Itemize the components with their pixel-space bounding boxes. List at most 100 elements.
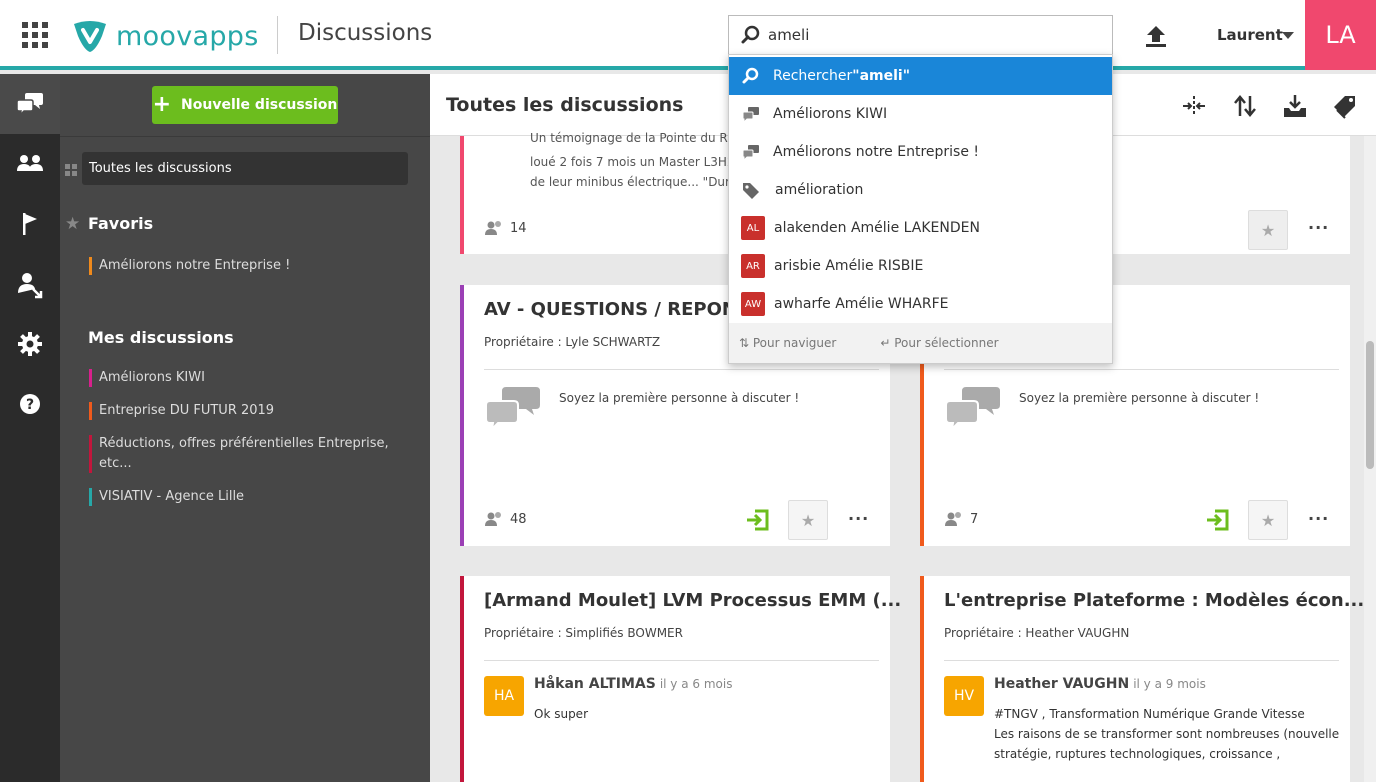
hint-navigate-label: Pour naviguer [752, 336, 837, 350]
avatar: AL [741, 216, 765, 240]
member-count-value: 14 [510, 220, 527, 236]
suggestion-label: Améliorons notre Entreprise ! [773, 144, 980, 160]
card-title[interactable]: L'entreprise Plateforme : Modèles écon..… [944, 590, 1364, 611]
suggestion-discussion[interactable]: Améliorons KIWI [729, 95, 1112, 133]
split-view-icon[interactable] [1180, 92, 1208, 120]
post-author[interactable]: Heather VAUGHN il y a 9 mois [994, 676, 1206, 692]
upload-icon[interactable] [1142, 22, 1170, 50]
main-scrollbar[interactable] [1364, 136, 1376, 782]
rail-user-activity[interactable] [0, 254, 60, 314]
rail-settings[interactable] [0, 314, 60, 374]
avatar[interactable]: HA [484, 676, 524, 716]
join-icon[interactable] [745, 509, 769, 531]
tags-icon[interactable] [1331, 92, 1359, 120]
card-owner: Propriétaire : Heather VAUGHN [944, 626, 1130, 640]
suggestion-discussion[interactable]: Améliorons notre Entreprise ! [729, 133, 1112, 171]
card-title[interactable]: [Armand Moulet] LVM Processus EMM (... [484, 590, 901, 611]
favorite-star-button[interactable]: ★ [788, 500, 828, 540]
post-time: il y a 6 mois [659, 677, 733, 691]
my-discussions-heading: Mes discussions [88, 328, 234, 347]
more-options-button[interactable]: ··· [1308, 218, 1329, 237]
discussion-card[interactable]: L'entreprise Plateforme : Modèles écon..… [920, 576, 1364, 782]
post-text-line: de leur minibus électrique... "Dura [530, 175, 738, 189]
suggestion-user[interactable]: AW awharfe Amélie WHARFE [729, 285, 1112, 323]
empty-message: Soyez la première personne à discuter ! [1019, 391, 1260, 405]
post-text-line: #TNGV , Transformation Numérique Grande … [994, 707, 1305, 721]
chat-bubbles-icon [485, 387, 540, 432]
member-count-value: 7 [970, 511, 979, 527]
moovapps-logo[interactable]: moovapps [70, 16, 259, 56]
grid-icon [65, 164, 77, 176]
color-bar [89, 488, 92, 506]
sidebar-discussion-item[interactable]: Améliorons KIWI [89, 368, 379, 388]
suggestion-user[interactable]: AR arisbie Amélie RISBIE [729, 247, 1112, 285]
rail-discussions[interactable] [0, 74, 60, 134]
search-suggestions-dropdown: Rechercher "ameli" Améliorons KIWI Améli… [728, 54, 1113, 364]
empty-message: Soyez la première personne à discuter ! [559, 391, 800, 405]
favorite-star-button[interactable]: ★ [1248, 500, 1288, 540]
suggestion-user[interactable]: AL alakenden Amélie LAKENDEN [729, 209, 1112, 247]
avatar[interactable]: HV [944, 676, 984, 716]
new-discussion-button[interactable]: + Nouvelle discussion [152, 86, 338, 124]
color-bar [89, 257, 92, 275]
suggestion-label: arisbie Amélie RISBIE [774, 258, 924, 274]
member-count: 14 [484, 220, 527, 236]
post-text-line: loué 2 fois 7 mois un Master L3H2 f [530, 155, 743, 169]
suggestion-label: alakenden Amélie LAKENDEN [774, 220, 980, 236]
page-title: Toutes les discussions [446, 94, 684, 116]
post-author[interactable]: Håkan ALTIMAS il y a 6 mois [534, 676, 732, 692]
post-text: Ok super [534, 707, 588, 721]
more-options-button[interactable]: ··· [848, 509, 869, 528]
discussion-card[interactable]: [Armand Moulet] LVM Processus EMM (... P… [460, 576, 901, 782]
search-all-option[interactable]: Rechercher "ameli" [729, 57, 1112, 95]
search-input[interactable] [768, 26, 1088, 44]
search-icon [742, 67, 759, 84]
member-count-value: 48 [510, 511, 527, 527]
app-title: Discussions [298, 20, 433, 46]
card-divider [484, 369, 879, 370]
discussions-icon [16, 93, 43, 118]
color-bar [89, 369, 92, 387]
scrollbar-thumb[interactable] [1366, 341, 1374, 469]
sidebar-discussion-item[interactable]: Réductions, offres préférentielles Entre… [89, 434, 389, 474]
search-box[interactable] [728, 15, 1113, 55]
favorite-star-button[interactable]: ★ [1248, 210, 1288, 250]
suggestion-tag[interactable]: amélioration [729, 171, 1112, 209]
sidebar-discussion-item[interactable]: Entreprise DU FUTUR 2019 [89, 401, 379, 421]
gear-icon [18, 332, 42, 356]
post-text-line: Les raisons de se transformer sont nombr… [994, 727, 1340, 741]
sidebar-item-all-discussions[interactable]: Toutes les discussions [82, 152, 408, 185]
sidebar-item-label: Réductions, offres préférentielles Entre… [99, 436, 389, 471]
download-icon[interactable] [1281, 92, 1309, 120]
brand-name: moovapps [116, 20, 259, 52]
sort-icon[interactable] [1231, 92, 1259, 120]
chevron-down-icon[interactable] [1282, 32, 1294, 39]
users-icon [17, 155, 43, 171]
card-owner: Propriétaire : Simplifiés BOWMER [484, 626, 683, 640]
sidebar: + Nouvelle discussion Toutes les discuss… [60, 74, 430, 782]
moovapps-logo-icon [74, 21, 106, 52]
member-count: 7 [944, 511, 978, 527]
rail-users[interactable] [0, 134, 60, 194]
post-author-name: Heather VAUGHN [994, 676, 1130, 692]
user-menu-name[interactable]: Laurent [1217, 26, 1283, 44]
more-options-button[interactable]: ··· [1308, 509, 1329, 528]
app-grid-icon[interactable] [22, 22, 48, 48]
user-avatar[interactable]: LA [1305, 0, 1376, 70]
hint-navigate: ⇅ Pour naviguer [739, 336, 837, 350]
suggestion-label: Améliorons KIWI [773, 106, 888, 122]
sidebar-favorite-item[interactable]: Améliorons notre Entreprise ! [89, 256, 379, 276]
member-count: 48 [484, 511, 527, 527]
sidebar-item-label: VISIATIV - Agence Lille [99, 489, 245, 504]
rail-help[interactable]: ? [0, 374, 60, 434]
svg-text:?: ? [26, 397, 34, 413]
sidebar-discussion-item[interactable]: VISIATIV - Agence Lille [89, 487, 379, 507]
color-bar [89, 435, 92, 473]
suggestion-label: amélioration [775, 182, 864, 198]
dropdown-hints: ⇅ Pour naviguer ↵ Pour sélectionner [729, 323, 1112, 363]
top-header: moovapps Discussions Laurent LA [0, 0, 1376, 70]
rail-flags[interactable] [0, 194, 60, 254]
join-icon[interactable] [1205, 509, 1229, 531]
help-icon: ? [20, 394, 40, 414]
chat-bubbles-icon [945, 387, 1000, 432]
